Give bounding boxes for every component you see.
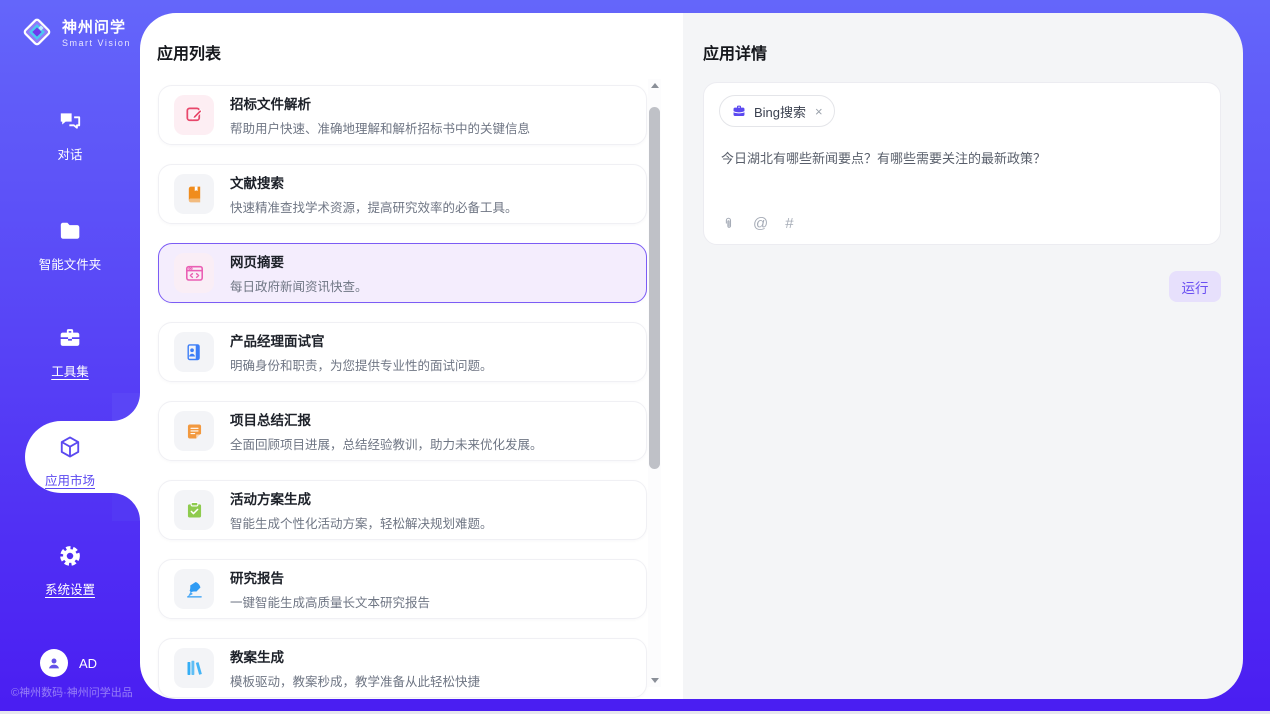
cube-icon (57, 447, 83, 464)
hash-icon[interactable]: # (785, 215, 793, 232)
app-detail-title: 应用详情 (703, 40, 767, 64)
app-card-desc: 快速精准查找学术资源，提高研究效率的必备工具。 (230, 197, 518, 216)
app-card-desc: 全面回顾项目进展，总结经验教训，助力未来优化发展。 (230, 434, 543, 453)
ink-pen-icon (174, 569, 214, 609)
composer-toolbar: @# (721, 215, 794, 232)
paperclip-icon[interactable] (721, 216, 736, 231)
edit-doc-icon (174, 95, 214, 135)
app-card-desc: 每日政府新闻资讯快查。 (230, 276, 368, 295)
app-card[interactable]: 产品经理面试官明确身份和职责，为您提供专业性的面试问题。 (158, 322, 647, 382)
books-icon (174, 648, 214, 688)
tool-chip-bing-search[interactable]: Bing搜索 × (719, 95, 835, 127)
content-window: 应用列表 招标文件解析帮助用户快速、准确地理解和解析招标书中的关键信息文献搜索快… (140, 13, 1243, 699)
gear-icon (57, 556, 83, 573)
app-card-title: 活动方案生成 (230, 488, 493, 508)
app-card[interactable]: 招标文件解析帮助用户快速、准确地理解和解析招标书中的关键信息 (158, 85, 647, 145)
chip-close-icon[interactable]: × (815, 104, 823, 119)
brand-logo: 神州问学 Smart Vision (20, 15, 131, 49)
user-account[interactable]: AD (40, 649, 97, 677)
note-icon (174, 411, 214, 451)
web-code-icon (174, 253, 214, 293)
app-card[interactable]: 研究报告一键智能生成高质量长文本研究报告 (158, 559, 647, 619)
brand-gem-icon (20, 15, 54, 49)
toolbox-icon (57, 338, 83, 355)
app-card-title: 教案生成 (230, 646, 480, 666)
app-card-title: 产品经理面试官 (230, 330, 493, 350)
scroll-down-icon[interactable] (648, 674, 661, 687)
sidebar-item-chat[interactable]: 对话 (0, 108, 140, 163)
app-card-title: 招标文件解析 (230, 93, 530, 113)
sidebar-item-label: 智能文件夹 (0, 254, 140, 273)
book-icon (174, 174, 214, 214)
app-card[interactable]: 项目总结汇报全面回顾项目进展，总结经验教训，助力未来优化发展。 (158, 401, 647, 461)
interviewer-icon (174, 332, 214, 372)
app-card-desc: 一键智能生成高质量长文本研究报告 (230, 592, 430, 611)
at-icon[interactable]: @ (753, 215, 768, 232)
app-detail-panel: 应用详情 Bing搜索 × 今日湖北有哪些新闻要点？有哪些需要关注的最新政策？ … (683, 13, 1243, 699)
app-card-title: 文献搜索 (230, 172, 518, 192)
user-name: AD (79, 656, 97, 671)
copyright: ©神州数码·神州问学出品 (11, 684, 133, 700)
briefcase-icon (731, 103, 747, 119)
app-card-title: 网页摘要 (230, 251, 368, 271)
brand-subtitle: Smart Vision (62, 38, 131, 48)
app-card-title: 研究报告 (230, 567, 430, 587)
app-card-desc: 模板驱动，教案秒成，教学准备从此轻松快捷 (230, 671, 480, 690)
app-card[interactable]: 文献搜索快速精准查找学术资源，提高研究效率的必备工具。 (158, 164, 647, 224)
composer-card: Bing搜索 × 今日湖北有哪些新闻要点？有哪些需要关注的最新政策？ @# (703, 82, 1221, 245)
tool-chip-label: Bing搜索 (754, 102, 806, 121)
app-card[interactable]: 活动方案生成智能生成个性化活动方案，轻松解决规划难题。 (158, 480, 647, 540)
prompt-input[interactable]: 今日湖北有哪些新闻要点？有哪些需要关注的最新政策？ (721, 149, 1204, 169)
app-card[interactable]: 教案生成模板驱动，教案秒成，教学准备从此轻松快捷 (158, 638, 647, 698)
app-card-title: 项目总结汇报 (230, 409, 543, 429)
app-card-desc: 帮助用户快速、准确地理解和解析招标书中的关键信息 (230, 118, 530, 137)
scrollbar-thumb[interactable] (649, 107, 660, 469)
sidebar-item-settings[interactable]: 系统设置 (0, 543, 140, 598)
run-button[interactable]: 运行 (1169, 271, 1221, 302)
app-list-title: 应用列表 (157, 40, 221, 64)
app-card-desc: 明确身份和职责，为您提供专业性的面试问题。 (230, 355, 493, 374)
chat-icon (57, 121, 83, 138)
tab-fillet-top (112, 393, 140, 421)
scrollbar[interactable] (648, 79, 661, 687)
sidebar-item-label: 应用市场 (0, 470, 140, 489)
app-card-desc: 智能生成个性化活动方案，轻松解决规划难题。 (230, 513, 493, 532)
sidebar-item-label: 系统设置 (0, 579, 140, 598)
sidebar-item-label: 对话 (0, 144, 140, 163)
sidebar-item-app-market[interactable]: 应用市场 (0, 434, 140, 489)
tab-fillet-bottom (112, 493, 140, 521)
avatar (40, 649, 68, 677)
app-list-panel: 应用列表 招标文件解析帮助用户快速、准确地理解和解析招标书中的关键信息文献搜索快… (140, 13, 683, 699)
sidebar-item-toolset[interactable]: 工具集 (0, 325, 140, 380)
app-card-list: 招标文件解析帮助用户快速、准确地理解和解析招标书中的关键信息文献搜索快速精准查找… (158, 85, 647, 699)
sidebar-item-smart-folder[interactable]: 智能文件夹 (0, 218, 140, 273)
folder-icon (57, 231, 83, 248)
sidebar: 神州问学 Smart Vision 对话智能文件夹工具集应用市场系统设置 AD … (0, 0, 140, 714)
brand-name: 神州问学 (62, 16, 131, 37)
clipboard-check-icon (174, 490, 214, 530)
app-card[interactable]: 网页摘要每日政府新闻资讯快查。 (158, 243, 647, 303)
scroll-up-icon[interactable] (648, 79, 661, 92)
sidebar-item-label: 工具集 (0, 361, 140, 380)
